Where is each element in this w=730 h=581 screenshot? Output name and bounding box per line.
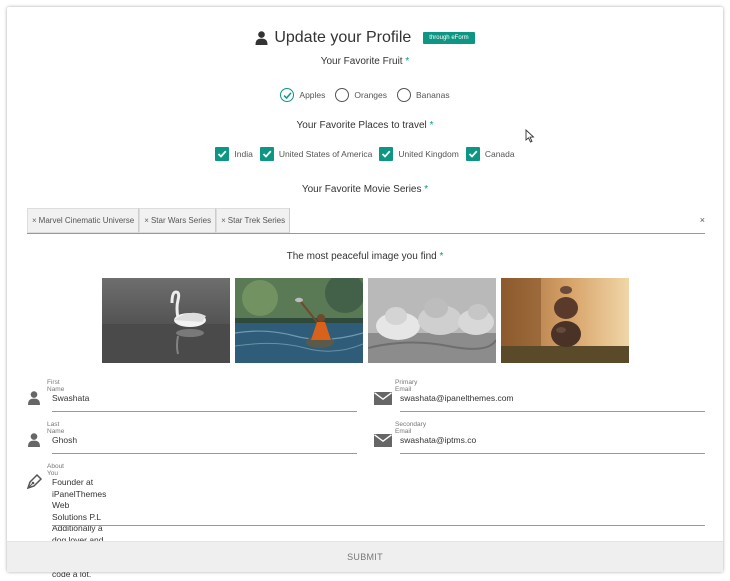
page-title: Update your Profile <box>274 29 412 46</box>
checkbox-checked-icon <box>215 147 230 161</box>
user-icon <box>28 433 40 447</box>
image-option-sleeping-babies[interactable] <box>368 278 496 363</box>
image-picker <box>102 278 629 363</box>
checkbox-uk[interactable]: United Kingdom <box>379 147 459 161</box>
first-name-input[interactable]: Swashata <box>52 393 89 403</box>
clear-all-icon[interactable]: × <box>700 215 705 225</box>
last-name-underline <box>52 453 357 454</box>
checkbox-canada[interactable]: Canada <box>465 147 515 161</box>
secondary-email-underline <box>400 453 705 454</box>
envelope-icon <box>374 392 392 405</box>
last-name-input[interactable]: Ghosh <box>52 435 77 445</box>
tag-remove-icon[interactable]: × <box>144 216 149 225</box>
eform-badge: through eForm <box>423 32 475 44</box>
primary-email-label: Primary Email <box>395 379 418 393</box>
radio-unchecked-icon <box>397 88 412 102</box>
image-option-child-river[interactable] <box>235 278 363 363</box>
first-name-underline <box>52 411 357 412</box>
envelope-icon <box>374 434 392 447</box>
tag-star-wars: × Star Wars Series <box>139 208 217 233</box>
secondary-email-label: Secondary Email <box>395 421 427 435</box>
user-icon <box>255 31 268 45</box>
about-label: About You <box>47 463 64 477</box>
fruit-question-label: Your Favorite Fruit * <box>320 56 410 67</box>
radio-oranges[interactable]: Oranges <box>335 88 387 102</box>
fruit-radio-group: Apples Oranges Bananas <box>7 88 723 102</box>
first-name-label: First Name <box>47 379 65 393</box>
checkbox-india[interactable]: India <box>215 147 253 161</box>
primary-email-input[interactable]: swashata@ipanelthemes.com <box>400 393 514 403</box>
submit-button[interactable]: SUBMIT <box>7 541 723 572</box>
user-icon <box>28 391 40 405</box>
primary-email-underline <box>400 411 705 412</box>
mouse-pointer-icon <box>525 129 535 143</box>
image-question-label: The most peaceful image you find * <box>286 251 444 262</box>
last-name-label: Last Name <box>47 421 65 435</box>
radio-unchecked-icon <box>335 88 350 102</box>
tag-remove-icon[interactable]: × <box>32 216 37 225</box>
tag-remove-icon[interactable]: × <box>221 216 226 225</box>
profile-form-card: Update your Profile through eForm Your F… <box>7 7 723 579</box>
image-option-swan[interactable] <box>102 278 230 363</box>
tag-marvel: × Marvel Cinematic Universe <box>27 208 140 233</box>
movies-tag-input[interactable]: × Marvel Cinematic Universe × Star Wars … <box>27 208 705 234</box>
tag-star-trek: × Star Trek Series <box>216 208 291 233</box>
form-header: Update your Profile through eForm <box>7 27 723 49</box>
checkbox-checked-icon <box>379 147 394 161</box>
radio-bananas[interactable]: Bananas <box>397 88 450 102</box>
movies-question-label: Your Favorite Movie Series * <box>301 184 429 195</box>
radio-checked-icon <box>280 88 295 102</box>
secondary-email-input[interactable]: swashata@iptms.co <box>400 435 476 445</box>
radio-apples[interactable]: Apples <box>280 88 325 102</box>
about-underline <box>52 525 705 526</box>
image-option-stacked-stones[interactable] <box>501 278 629 363</box>
places-question-label: Your Favorite Places to travel * <box>296 120 434 131</box>
checkbox-checked-icon <box>259 147 274 161</box>
checkbox-checked-icon <box>465 147 480 161</box>
checkbox-usa[interactable]: United States of America <box>259 147 372 161</box>
pen-nib-icon <box>27 473 43 489</box>
places-checkbox-group: India United States of America United Ki… <box>7 147 723 161</box>
